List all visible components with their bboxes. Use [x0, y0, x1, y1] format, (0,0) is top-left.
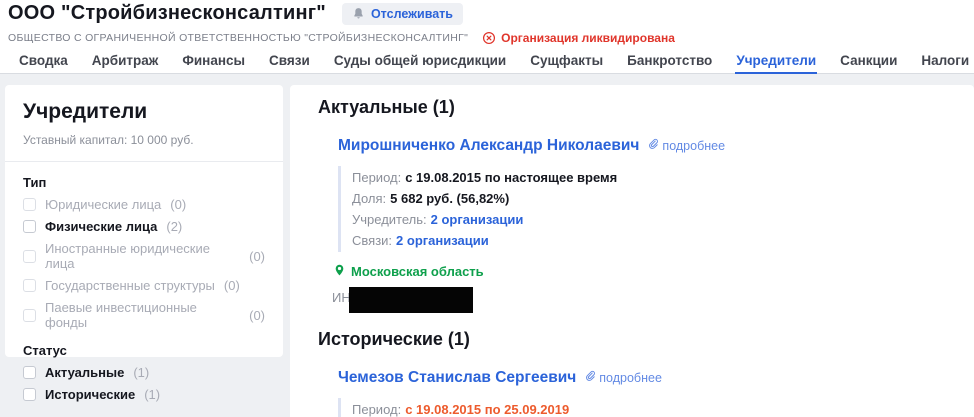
section-heading: Исторические (1): [318, 329, 954, 350]
founder-block: Мирошниченко Александр Николаевич подробн…: [338, 137, 954, 313]
founder-name-row: Чемезов Станислав Сергеевич подробнее: [338, 369, 954, 387]
liquidation-label: Организация ликвидирована: [501, 31, 675, 45]
tab-item[interactable]: Суды общей юрисдикции: [333, 50, 507, 74]
inn-row: ИНН: [332, 287, 954, 313]
founder-name-row: Мирошниченко Александр Николаевич подробн…: [338, 137, 954, 155]
detail-label: Период:: [352, 402, 401, 417]
founder-sections: Актуальные (1) Мирошниченко Александр Ник…: [318, 97, 954, 417]
follow-button[interactable]: Отслеживать: [342, 3, 463, 25]
founders-content: Актуальные (1) Мирошниченко Александр Ник…: [290, 85, 974, 417]
checkbox[interactable]: [23, 279, 36, 292]
detail-value[interactable]: 2 организации: [431, 212, 524, 227]
checkbox[interactable]: [23, 220, 36, 233]
filter-label: Государственные структуры: [45, 278, 215, 293]
checkbox[interactable]: [23, 366, 36, 379]
checkbox[interactable]: [23, 388, 36, 401]
filter-label: Исторические: [45, 387, 135, 402]
filter-checkbox-row[interactable]: Исторические (1): [23, 387, 265, 402]
checkbox[interactable]: [23, 250, 36, 263]
detail-value: с 19.08.2015 по 25.09.2019: [405, 402, 569, 417]
liquidation-badge: Организация ликвидирована: [482, 31, 675, 45]
details-link[interactable]: подробнее: [647, 138, 725, 153]
filter-count: (0): [249, 308, 265, 323]
filter-checkbox-row[interactable]: Юридические лица (0): [23, 197, 265, 212]
location-link[interactable]: Московская область: [333, 263, 954, 280]
checkbox[interactable]: [23, 198, 36, 211]
title-row: ООО "Стройбизнесконсалтинг" Отслеживать: [8, 2, 463, 25]
tab-item[interactable]: Учредители: [735, 50, 817, 74]
subtitle-row: ОБЩЕСТВО С ОГРАНИЧЕННОЙ ОТВЕТСТВЕННОСТЬЮ…: [8, 31, 675, 45]
details-link-label: подробнее: [662, 139, 725, 153]
tab-item[interactable]: Финансы: [181, 50, 246, 74]
tab-item[interactable]: Банкротство: [626, 50, 713, 74]
tab-item[interactable]: Сводка: [18, 50, 69, 74]
detail-value: с 19.08.2015 по настоящее время: [405, 170, 617, 185]
redacted-inn-value: [349, 287, 473, 313]
filter-label: Паевые инвестиционные фонды: [45, 300, 240, 330]
tab-item[interactable]: Связи: [268, 50, 311, 74]
detail-value: 5 682 руб. (56,82%): [390, 191, 509, 206]
filter-label: Актуальные: [45, 365, 124, 380]
founder-name-link[interactable]: Мирошниченко Александр Николаевич: [338, 137, 639, 155]
filter-checkbox-row[interactable]: Актуальные (1): [23, 365, 265, 380]
filter-count: (1): [133, 365, 149, 380]
filter-label: Иностранные юридические лица: [45, 241, 240, 271]
details-link-label: подробнее: [599, 371, 662, 385]
filters-sidebar: Учредители Уставный капитал: 10 000 руб.…: [5, 85, 283, 357]
filter-checkbox-row[interactable]: Государственные структуры (0): [23, 278, 265, 293]
liquidated-icon: [482, 31, 496, 45]
detail-row: Связи: 2 организации: [352, 230, 954, 251]
founder-block: Чемезов Станислав Сергеевич подробнее Пери…: [338, 369, 954, 417]
paperclip-icon: [647, 138, 659, 153]
filter-count: (2): [166, 219, 182, 234]
detail-row: Период: с 19.08.2015 по настоящее время: [352, 167, 954, 188]
filter-group-title: Тип: [23, 175, 265, 190]
company-full-name: ОБЩЕСТВО С ОГРАНИЧЕННОЙ ОТВЕТСТВЕННОСТЬЮ…: [8, 32, 468, 44]
tab-bar: Сводка Арбитраж Финансы Связи Суды общей юри…: [18, 50, 974, 74]
paperclip-icon: [584, 370, 596, 385]
filter-checkbox-row[interactable]: Паевые инвестиционные фонды (0): [23, 300, 265, 330]
founder-details: Период: с 19.08.2015 по настоящее время До…: [338, 166, 954, 252]
follow-label: Отслеживать: [371, 7, 453, 21]
location-label: Московская область: [351, 264, 484, 279]
filter-group-title: Статус: [23, 343, 265, 358]
filter-count: (0): [249, 249, 265, 264]
tab-item[interactable]: Санкции: [839, 50, 898, 74]
founder-details: Период:с 19.08.2015 по 25.09.2019Учредит…: [338, 398, 954, 417]
tab-item[interactable]: Арбитраж: [91, 50, 160, 74]
checkbox[interactable]: [23, 309, 36, 322]
detail-value[interactable]: 2 организации: [396, 233, 489, 248]
sidebar-title: Учредители: [23, 100, 265, 124]
filter-count: (0): [170, 197, 186, 212]
details-link[interactable]: подробнее: [584, 370, 662, 385]
detail-row: Доля: 5 682 руб. (56,82%): [352, 188, 954, 209]
detail-row: Период: с 19.08.2015 по 25.09.2019: [352, 399, 954, 417]
founder-name-link[interactable]: Чемезов Станислав Сергеевич: [338, 369, 576, 387]
bell-icon: [352, 7, 365, 20]
detail-label: Период:: [352, 170, 401, 185]
sidebar-divider: [5, 161, 283, 162]
tab-item[interactable]: Сущфакты: [529, 50, 604, 74]
company-title: ООО "Стройбизнесконсалтинг": [8, 2, 326, 25]
tab-item[interactable]: Налоги: [920, 50, 970, 74]
filter-groups: Тип Юридические лица (0) Физические лица (2)…: [23, 175, 265, 402]
filter-label: Физические лица: [45, 219, 157, 234]
detail-row: Учредитель: 2 организации: [352, 209, 954, 230]
company-header: ООО "Стройбизнесконсалтинг" Отслеживать …: [0, 0, 974, 74]
detail-label: Связи:: [352, 233, 392, 248]
charter-capital: Уставный капитал: 10 000 руб.: [23, 133, 265, 147]
filter-label: Юридические лица: [45, 197, 161, 212]
filter-count: (1): [144, 387, 160, 402]
detail-label: Доля:: [352, 191, 386, 206]
location-pin-icon: [333, 263, 346, 280]
section-heading: Актуальные (1): [318, 97, 954, 118]
detail-label: Учредитель:: [352, 212, 427, 227]
filter-checkbox-row[interactable]: Иностранные юридические лица (0): [23, 241, 265, 271]
filter-count: (0): [224, 278, 240, 293]
filter-checkbox-row[interactable]: Физические лица (2): [23, 219, 265, 234]
